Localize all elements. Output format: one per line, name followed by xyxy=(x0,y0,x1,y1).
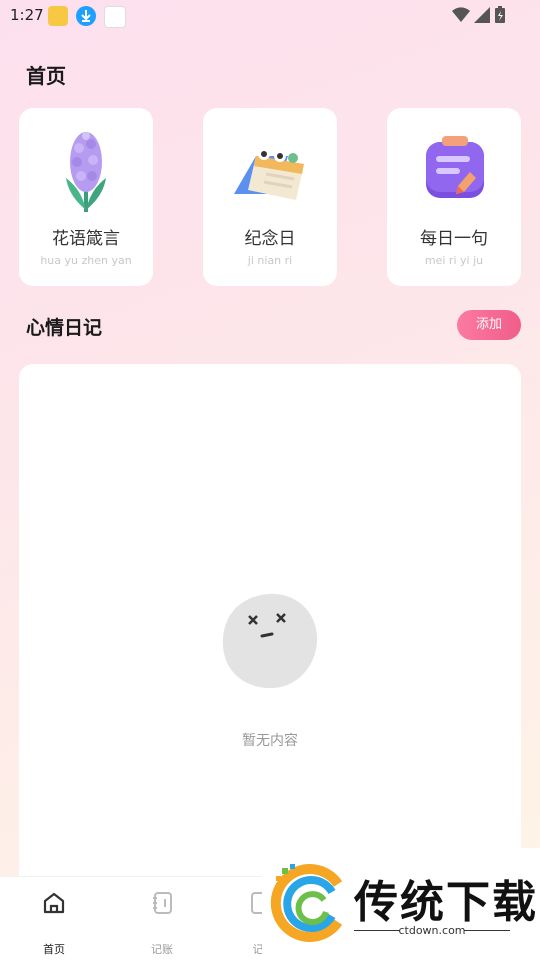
mood-diary-panel: 暂无内容 xyxy=(19,364,521,884)
card-title: 每日一句 xyxy=(420,229,488,249)
card-anniversary[interactable]: 纪念日 ji nian ri xyxy=(203,108,337,286)
tab-home[interactable]: 首页 xyxy=(14,889,94,957)
empty-state-face-icon xyxy=(222,593,318,689)
card-title: 纪念日 xyxy=(244,229,296,249)
status-time: 1:27 xyxy=(10,6,44,24)
mood-diary-title: 心情日记 xyxy=(26,317,103,339)
calendar-icon xyxy=(234,148,304,200)
wifi-icon xyxy=(452,7,470,23)
page-title: 首页 xyxy=(26,64,66,88)
empty-state-text: 暂无内容 xyxy=(242,733,298,749)
download-notification-icon xyxy=(76,6,96,26)
watermark-logo: 传统下载 ctdown.com xyxy=(262,848,540,960)
signal-icon xyxy=(474,7,490,23)
status-bar: 1:27 xyxy=(0,0,540,30)
hyacinth-flower-icon xyxy=(66,132,106,212)
notepad-pen-icon xyxy=(426,136,484,198)
notebook-icon xyxy=(153,892,172,914)
tab-accounting[interactable]: 记账 xyxy=(122,889,202,957)
tab-label: 记账 xyxy=(151,943,173,956)
tab-label: 首页 xyxy=(43,943,65,956)
watermark-brand: 传统下载 xyxy=(354,877,538,928)
card-daily-quote[interactable]: 每日一句 mei ri yi ju xyxy=(387,108,521,286)
status-indicators xyxy=(452,6,506,24)
add-button[interactable]: 添加 xyxy=(457,310,521,340)
card-flower-words[interactable]: 花语箴言 hua yu zhen yan xyxy=(19,108,153,286)
battery-icon xyxy=(495,6,505,23)
card-title: 花语箴言 xyxy=(52,229,120,249)
watermark-line-right xyxy=(464,930,510,931)
app-notification-icon xyxy=(48,6,68,26)
home-icon xyxy=(43,892,65,914)
card-subtitle: hua yu zhen yan xyxy=(40,254,132,267)
ctdown-logo-icon xyxy=(270,864,343,942)
app-notification-icon-2 xyxy=(104,6,126,28)
card-subtitle: mei ri yi ju xyxy=(424,254,484,267)
card-subtitle: ji nian ri xyxy=(247,254,293,267)
